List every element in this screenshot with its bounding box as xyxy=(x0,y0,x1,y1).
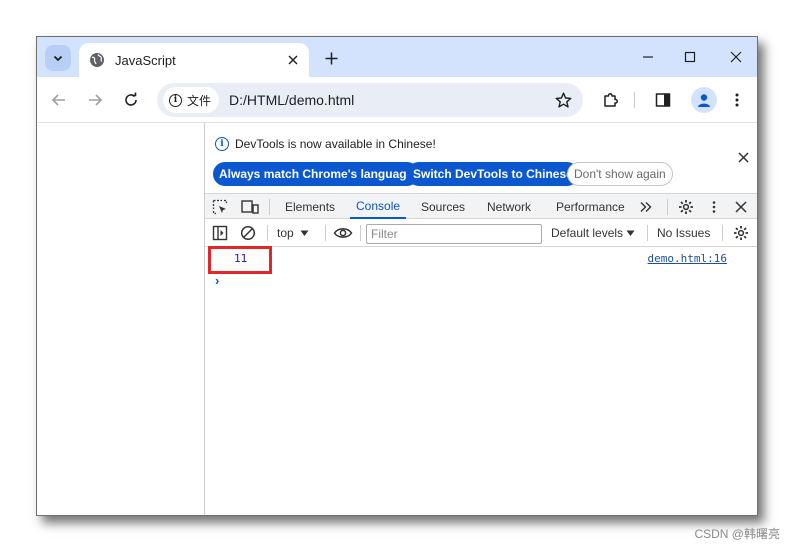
url-text[interactable]: D:/HTML/demo.html xyxy=(229,92,549,108)
toolbar-divider xyxy=(325,225,326,241)
toolbar-divider xyxy=(634,92,635,108)
tab-performance[interactable]: Performance xyxy=(556,194,625,219)
inspect-element-button[interactable] xyxy=(211,198,229,216)
switch-to-chinese-button[interactable]: Switch DevTools to Chinese xyxy=(407,162,579,186)
device-toolbar-button[interactable] xyxy=(239,198,261,216)
caret-down-icon xyxy=(300,230,309,236)
clear-console-button[interactable] xyxy=(239,224,257,242)
toolbar-divider xyxy=(722,225,723,241)
more-vertical-icon xyxy=(712,201,716,213)
log-levels-label: Default levels xyxy=(551,226,624,240)
toolbar-divider xyxy=(267,225,268,241)
page-viewport[interactable] xyxy=(37,123,204,515)
reload-icon xyxy=(125,92,137,106)
profile-avatar[interactable] xyxy=(691,87,717,113)
tab-divider xyxy=(667,199,668,215)
browser-menu-button[interactable] xyxy=(725,88,749,112)
console-settings-button[interactable] xyxy=(732,224,750,242)
globe-icon xyxy=(90,53,104,67)
bookmark-star-button[interactable] xyxy=(549,86,577,114)
close-icon xyxy=(730,51,742,63)
infobar-close-button[interactable] xyxy=(735,149,751,165)
info-icon: i xyxy=(169,93,182,107)
site-info-label: 文件 xyxy=(187,93,212,108)
browser-window: JavaScript i 文件 D:/HTML/demo.html i DevT… xyxy=(36,36,758,516)
minimize-icon xyxy=(643,56,653,58)
console-toolbar: top Default levels No Issues xyxy=(205,220,757,247)
tab-divider xyxy=(269,199,270,215)
browser-tab[interactable]: JavaScript xyxy=(79,43,309,77)
tab-close-button[interactable] xyxy=(283,50,303,70)
toolbar-divider xyxy=(360,225,361,241)
new-tab-button[interactable] xyxy=(319,46,343,70)
close-icon xyxy=(737,151,749,163)
address-bar[interactable]: i 文件 D:/HTML/demo.html xyxy=(157,83,583,117)
window-close-button[interactable] xyxy=(721,45,751,69)
console-filter-input[interactable] xyxy=(366,224,542,244)
minimize-button[interactable] xyxy=(633,45,663,69)
maximize-button[interactable] xyxy=(675,45,705,69)
tab-strip: JavaScript xyxy=(37,37,757,77)
language-infobar: i DevTools is now available in Chinese! … xyxy=(205,123,757,189)
toolbar-divider xyxy=(647,225,648,241)
log-levels-dropdown[interactable]: Default levels xyxy=(551,226,635,240)
puzzle-icon xyxy=(604,93,618,107)
infobar-message: DevTools is now available in Chinese! xyxy=(235,137,436,151)
back-button[interactable] xyxy=(47,88,71,112)
chevron-double-right-icon xyxy=(640,202,652,212)
site-info-chip[interactable]: i 文件 xyxy=(163,87,220,113)
watermark: CSDN @韩曙亮 xyxy=(694,527,780,541)
sidebar-toggle-icon xyxy=(212,225,228,241)
log-source-link[interactable]: demo.html:16 xyxy=(648,252,727,265)
live-expression-button[interactable] xyxy=(331,224,355,242)
gear-icon xyxy=(734,226,748,240)
context-selector[interactable]: top xyxy=(277,226,309,240)
plus-icon xyxy=(325,52,337,64)
inspect-icon xyxy=(212,199,228,215)
devtools-panel: i DevTools is now available in Chinese! … xyxy=(204,123,757,515)
user-icon xyxy=(698,94,710,107)
browser-toolbar: i 文件 D:/HTML/demo.html xyxy=(37,77,757,123)
annotation-highlight-box xyxy=(208,246,272,274)
device-icon xyxy=(241,200,259,214)
caret-down-icon xyxy=(626,230,635,236)
arrow-left-icon xyxy=(51,94,65,106)
devtools-close-button[interactable] xyxy=(732,198,750,216)
maximize-icon xyxy=(684,51,696,63)
devtools-menu-button[interactable] xyxy=(705,198,723,216)
tab-network[interactable]: Network xyxy=(487,194,531,219)
reload-button[interactable] xyxy=(119,88,143,112)
eye-icon xyxy=(333,228,353,238)
arrow-right-icon xyxy=(89,94,103,106)
console-sidebar-button[interactable] xyxy=(211,224,229,242)
devtools-settings-button[interactable] xyxy=(677,198,695,216)
infobar-message-row: i DevTools is now available in Chinese! xyxy=(215,137,436,151)
block-icon xyxy=(240,225,256,241)
tab-console[interactable]: Console xyxy=(350,194,407,219)
devtools-tab-bar: Elements Console Sources Network Perform… xyxy=(205,193,757,219)
close-icon xyxy=(735,201,747,213)
more-tabs-button[interactable] xyxy=(637,198,655,216)
console-prompt[interactable]: › xyxy=(215,273,219,288)
dont-show-again-button[interactable]: Don't show again xyxy=(567,162,673,186)
chevron-down-icon xyxy=(53,55,63,62)
gear-icon xyxy=(679,200,693,214)
info-icon: i xyxy=(215,137,229,151)
side-panel-button[interactable] xyxy=(651,88,675,112)
forward-button[interactable] xyxy=(83,88,107,112)
context-label: top xyxy=(277,226,294,240)
side-panel-icon xyxy=(655,93,671,107)
tab-sources[interactable]: Sources xyxy=(421,194,465,219)
close-icon xyxy=(288,55,298,65)
star-icon xyxy=(555,92,571,108)
tab-search-button[interactable] xyxy=(45,45,71,71)
issues-counter[interactable]: No Issues xyxy=(657,226,710,240)
tab-title: JavaScript xyxy=(115,52,176,68)
extensions-button[interactable] xyxy=(599,88,623,112)
tab-elements[interactable]: Elements xyxy=(285,194,335,219)
match-language-button[interactable]: Always match Chrome's language xyxy=(213,162,420,186)
console-log-entry: 11 demo.html:16 xyxy=(205,249,757,269)
more-vertical-icon xyxy=(735,93,739,107)
